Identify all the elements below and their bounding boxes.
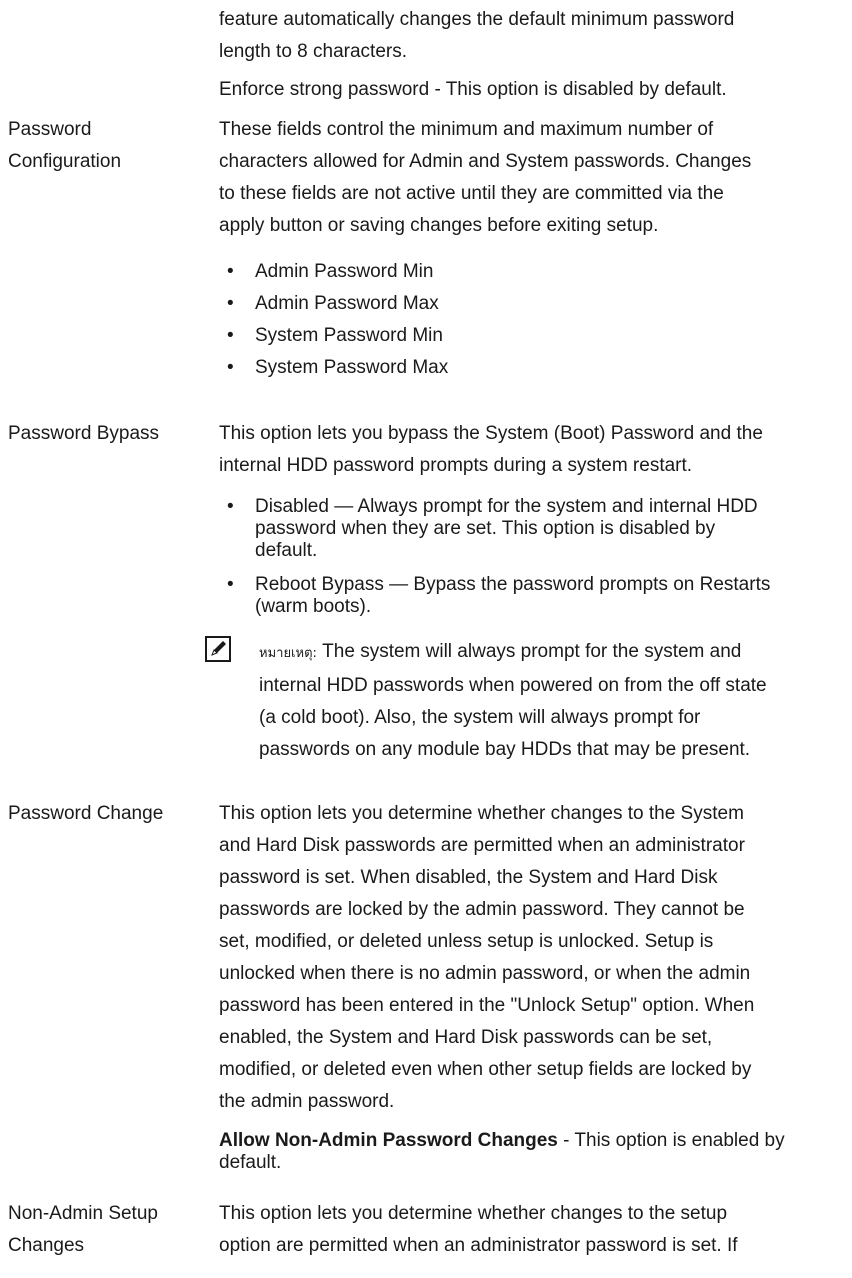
setting-line: default. <box>219 1152 282 1173</box>
description-line: modified, or deleted even when other set… <box>219 1059 752 1080</box>
intro-line: feature automatically changes the defaul… <box>219 9 735 30</box>
label-line: Non-Admin Setup <box>8 1203 158 1224</box>
description-line: characters allowed for Admin and System … <box>219 151 752 172</box>
note-line: (a cold boot). Also, the system will alw… <box>259 707 701 728</box>
description-line: unlocked when there is no admin password… <box>219 963 751 984</box>
label-line: Changes <box>8 1235 85 1256</box>
note-text: หมายเหตุ: The system will always prompt … <box>259 636 819 766</box>
password-bypass-label: Password Bypass <box>8 423 160 444</box>
description-line: set, modified, or deleted unless setup i… <box>219 931 714 952</box>
enforce-strong-password-text: Enforce strong password - This option is… <box>219 79 727 100</box>
password-bypass-list: Disabled — Always prompt for the system … <box>219 496 819 618</box>
list-item: System Password Max <box>219 352 819 384</box>
description-line: password has been entered in the "Unlock… <box>219 995 755 1016</box>
note-line: passwords on any module bay HDDs that ma… <box>259 739 751 760</box>
allow-non-admin-setting: Allow Non-Admin Password Changes - This … <box>219 1130 819 1174</box>
note-first-line: หมายเหตุ: The system will always prompt … <box>259 636 819 670</box>
description-line: to these fields are not active until the… <box>219 183 724 204</box>
list-item: System Password Min <box>219 320 819 352</box>
password-change-description: This option lets you determine whether c… <box>219 798 819 1174</box>
description-line: This option lets you determine whether c… <box>219 1203 728 1224</box>
setting-description: - This option is enabled by <box>557 1130 785 1151</box>
intro-line: length to 8 characters. <box>219 41 407 62</box>
description-line: the admin password. <box>219 1091 395 1112</box>
password-configuration-description: These fields control the minimum and max… <box>219 114 819 384</box>
description-line: apply button or saving changes before ex… <box>219 215 659 236</box>
list-item-line: Disabled — Always prompt for the system … <box>255 496 758 517</box>
list-item-line: Reboot Bypass — Bypass the password prom… <box>255 574 771 595</box>
label-line: Configuration <box>8 151 122 172</box>
password-change-label: Password Change <box>8 803 164 824</box>
label-line: Password <box>8 119 92 140</box>
intro-text: feature automatically changes the defaul… <box>219 4 819 106</box>
list-item: Admin Password Max <box>219 288 819 320</box>
setting-name: Allow Non-Admin Password Changes <box>219 1130 558 1151</box>
description-line: This option lets you bypass the System (… <box>219 423 763 444</box>
description-line: internal HDD password prompts during a s… <box>219 455 693 476</box>
list-item-line: (warm boots). <box>255 596 372 617</box>
note-first-line-text: The system will always prompt for the sy… <box>316 641 742 662</box>
password-bypass-description: This option lets you bypass the System (… <box>205 418 819 760</box>
list-item: Admin Password Min <box>219 256 819 288</box>
description-line: passwords are locked by the admin passwo… <box>219 899 745 920</box>
password-configuration-label: Password Configuration <box>8 114 208 178</box>
description-line: password is set. When disabled, the Syst… <box>219 867 718 888</box>
description-line: enabled, the System and Hard Disk passwo… <box>219 1027 713 1048</box>
note-line: internal HDD passwords when powered on f… <box>259 675 767 696</box>
list-item-line: default. <box>255 540 318 561</box>
note-label: หมายเหตุ: <box>259 646 317 661</box>
list-item-reboot-bypass: Reboot Bypass — Bypass the password prom… <box>219 574 819 618</box>
password-configuration-list: Admin Password Min Admin Password Max Sy… <box>219 256 819 384</box>
setting-line: Allow Non-Admin Password Changes - This … <box>219 1130 819 1152</box>
description-line: These fields control the minimum and max… <box>219 119 714 140</box>
non-admin-setup-changes-label: Non-Admin Setup Changes <box>8 1198 208 1262</box>
description-line: option are permitted when an administrat… <box>219 1235 738 1256</box>
description-line: This option lets you determine whether c… <box>219 803 744 824</box>
list-item-line: password when they are set. This option … <box>255 518 716 539</box>
non-admin-setup-changes-description: This option lets you determine whether c… <box>219 1198 819 1262</box>
list-item-disabled: Disabled — Always prompt for the system … <box>219 496 819 562</box>
description-line: and Hard Disk passwords are permitted wh… <box>219 835 745 856</box>
note-pencil-icon <box>205 636 231 662</box>
